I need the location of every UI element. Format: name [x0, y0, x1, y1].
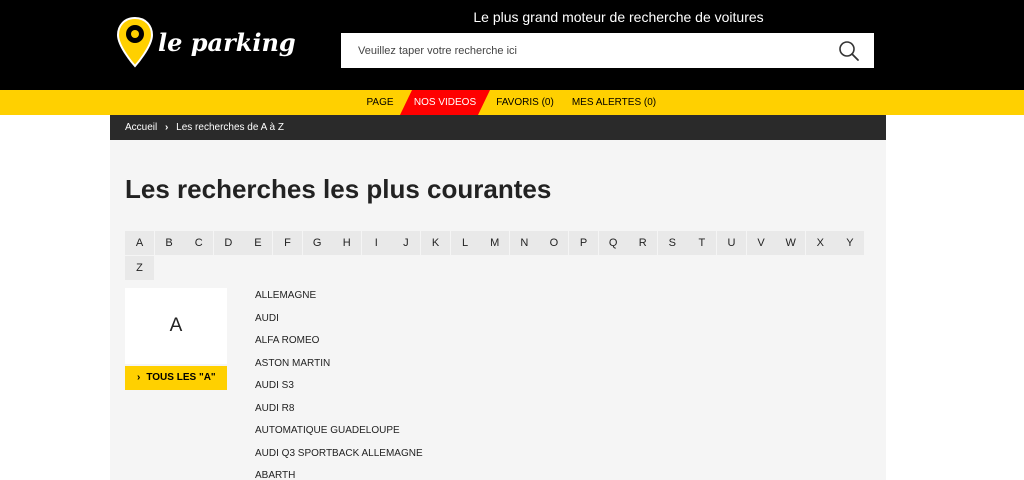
result-link[interactable]: AUTOMATIQUE GUADELOUPE — [255, 420, 423, 443]
result-link[interactable]: AUDI — [255, 308, 423, 331]
letter-filter-d[interactable]: D — [213, 231, 243, 255]
main-content: Les recherches les plus courantes ABCDEF… — [110, 140, 886, 480]
letter-filter-k[interactable]: K — [421, 231, 450, 255]
letter-filter-c[interactable]: C — [184, 231, 214, 255]
site-header: le parking Le plus grand moteur de reche… — [0, 0, 1024, 90]
letter-filter-i[interactable]: I — [361, 231, 391, 255]
result-link[interactable]: ALLEMAGNE — [255, 285, 423, 308]
letter-filter-f[interactable]: F — [273, 231, 302, 255]
letter-filter-q[interactable]: Q — [598, 231, 628, 255]
letter-filter-n[interactable]: N — [509, 231, 539, 255]
letter-filter-l[interactable]: L — [450, 231, 480, 255]
search-button[interactable] — [838, 40, 860, 62]
nav-item-alertes[interactable]: MES ALERTES (0) — [570, 90, 658, 115]
result-link[interactable]: AUDI R8 — [255, 398, 423, 421]
breadcrumb-home-link[interactable]: Accueil — [125, 122, 157, 133]
logo-wordmark: le parking — [158, 28, 296, 57]
letter-filter-e[interactable]: E — [243, 231, 273, 255]
result-link[interactable]: AUDI Q3 SPORTBACK ALLEMAGNE — [255, 443, 423, 466]
letter-filter-j[interactable]: J — [391, 231, 421, 255]
search-icon — [839, 41, 859, 61]
letter-filter-o[interactable]: O — [539, 231, 569, 255]
letter-filter-a[interactable]: A — [125, 231, 154, 255]
nav-item-page[interactable]: PAGE — [360, 90, 400, 115]
letter-filter-h[interactable]: H — [332, 231, 362, 255]
letter-filter-v[interactable]: V — [746, 231, 776, 255]
chevron-right-icon: › — [137, 372, 141, 383]
breadcrumb-current: Les recherches de A à Z — [176, 122, 284, 133]
letter-filter-b[interactable]: B — [154, 231, 184, 255]
all-letter-button[interactable]: › TOUS LES "A" — [125, 366, 227, 390]
page-title: Les recherches les plus courantes — [125, 174, 552, 204]
letter-filter-g[interactable]: G — [302, 231, 332, 255]
letter-filter-x[interactable]: X — [805, 231, 835, 255]
letter-filter-y[interactable]: Y — [835, 231, 865, 255]
site-logo[interactable]: le parking — [116, 16, 296, 70]
breadcrumb-separator: › — [165, 122, 169, 133]
letter-filter-m[interactable]: M — [480, 231, 510, 255]
search-input[interactable] — [341, 33, 821, 68]
result-link[interactable]: ABARTH — [255, 465, 423, 480]
letter-filter-u[interactable]: U — [717, 231, 746, 255]
result-link[interactable]: AUDI S3 — [255, 375, 423, 398]
nav-item-favoris[interactable]: FAVORIS (0) — [492, 90, 558, 115]
selected-letter-card: A — [125, 288, 227, 364]
result-link[interactable]: ASTON MARTIN — [255, 353, 423, 376]
search-bar — [341, 33, 874, 68]
all-letter-button-label: TOUS LES "A" — [146, 372, 216, 383]
letter-filter-t[interactable]: T — [687, 231, 717, 255]
letter-filter-z[interactable]: Z — [125, 256, 154, 280]
letter-filter-s[interactable]: S — [657, 231, 687, 255]
selected-letter: A — [169, 315, 183, 336]
results-list: ALLEMAGNE AUDI ALFA ROMEO ASTON MARTIN AUDI … — [255, 285, 423, 480]
result-link[interactable]: ALFA ROMEO — [255, 330, 423, 353]
letter-filter-r[interactable]: R — [628, 231, 658, 255]
site-tagline: Le plus grand moteur de recherche de voi… — [473, 9, 764, 25]
letter-filter-p[interactable]: P — [569, 231, 598, 255]
nav-item-videos[interactable]: NOS VIDEOS — [405, 90, 485, 115]
breadcrumb: Accueil › Les recherches de A à Z — [110, 115, 886, 140]
letter-filter-w[interactable]: W — [776, 231, 806, 255]
main-nav: PAGE NOS VIDEOS FAVORIS (0) MES ALERTES … — [0, 90, 1024, 115]
